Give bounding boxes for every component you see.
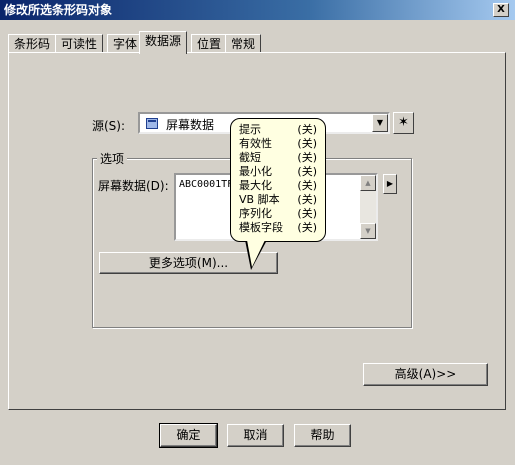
tooltip-item-name: 模板字段 — [239, 221, 283, 234]
tooltip-item-state: (关) — [297, 165, 317, 178]
tooltip-item-name: 提示 — [239, 123, 261, 136]
options-group-title: 选项 — [97, 150, 128, 167]
scroll-up-icon[interactable]: ▲ — [360, 175, 376, 191]
scroll-down-icon[interactable]: ▼ — [360, 223, 376, 239]
magic-wand-icon: ✶ — [398, 115, 409, 130]
cancel-button[interactable]: 取消 — [227, 424, 284, 447]
vertical-scrollbar[interactable]: ▲ ▼ — [360, 175, 376, 239]
tooltip-row: 截短 (关) — [239, 151, 317, 165]
insert-arrow-button[interactable]: ▶ — [383, 174, 397, 194]
tooltip-item-name: VB 脚本 — [239, 193, 280, 206]
tooltip-row: 序列化 (关) — [239, 207, 317, 221]
tooltip-item-state: (关) — [297, 207, 317, 220]
tooltip-item-name: 有效性 — [239, 137, 272, 150]
triangle-right-icon: ▶ — [386, 179, 394, 188]
tooltip-row: 有效性 (关) — [239, 137, 317, 151]
chevron-down-icon[interactable]: ▼ — [372, 114, 388, 132]
screen-data-label: 屏幕数据(D): — [98, 179, 169, 193]
tooltip-item-name: 最大化 — [239, 179, 272, 192]
source-selected-value: 屏幕数据 — [166, 118, 215, 132]
tooltip-item-state: (关) — [297, 137, 317, 150]
wizard-wand-button[interactable]: ✶ — [393, 112, 414, 134]
options-tooltip: 提示 (关) 有效性 (关) 截短 (关) 最小化 (关) 最大化 (关) VB 脚本 (关… — [230, 118, 326, 242]
tooltip-row: 最小化 (关) — [239, 165, 317, 179]
help-button[interactable]: 帮助 — [294, 424, 351, 447]
tooltip-item-state: (关) — [297, 179, 317, 192]
tooltip-item-name: 序列化 — [239, 207, 272, 220]
screen-data-icon — [146, 118, 158, 129]
tooltip-item-state: (关) — [297, 221, 317, 234]
advanced-button[interactable]: 高级(A)>> — [363, 363, 488, 386]
tooltip-item-state: (关) — [297, 193, 317, 206]
tooltip-row: VB 脚本 (关) — [239, 193, 317, 207]
tooltip-row: 最大化 (关) — [239, 179, 317, 193]
tooltip-row: 模板字段 (关) — [239, 221, 317, 235]
source-label: 源(S): — [92, 119, 126, 133]
tooltip-item-state: (关) — [297, 151, 317, 164]
tooltip-item-name: 最小化 — [239, 165, 272, 178]
tooltip-item-name: 截短 — [239, 151, 261, 164]
screen-data-value: ABC0001TF — [179, 179, 234, 190]
tooltip-item-state: (关) — [297, 123, 317, 136]
tooltip-row: 提示 (关) — [239, 123, 317, 137]
ok-button[interactable]: 确定 — [159, 423, 218, 448]
tooltip-tail-fill — [247, 240, 265, 267]
